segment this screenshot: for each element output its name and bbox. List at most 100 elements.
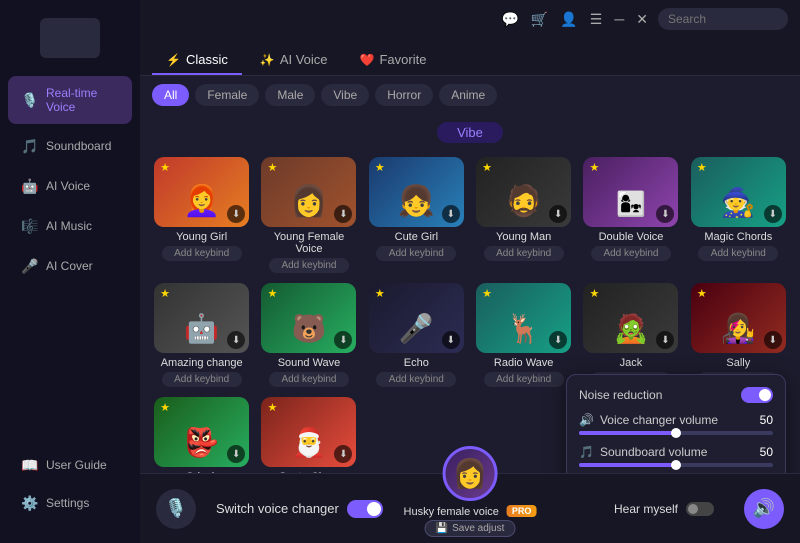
download-icon: ⬇ — [549, 205, 567, 223]
voice-card-radio-wave[interactable]: ★ 🦌 ⬇ Radio Wave Add keybind — [474, 283, 573, 387]
voice-thumb-sound-wave: ★ 🐻 ⬇ — [261, 283, 356, 353]
filter-female[interactable]: Female — [195, 84, 259, 106]
voice-card-sound-wave[interactable]: ★ 🐻 ⬇ Sound Wave Add keybind — [259, 283, 358, 387]
sidebar-item-user-guide[interactable]: 📖 User Guide — [8, 447, 132, 483]
switch-voice-changer-label: Switch voice changer — [216, 501, 339, 516]
voice-thumb-jack: ★ 🧟 ⬇ — [583, 283, 678, 353]
voice-card-santa-claus[interactable]: ★ 🎅 ⬇ Santa Claus Add keybind — [259, 397, 358, 473]
sidebar-item-settings[interactable]: ⚙️ Settings — [8, 485, 132, 521]
voice-thumb-echo: ★ 🎤 ⬇ — [369, 283, 464, 353]
tab-ai-voice[interactable]: ✨ AI Voice — [246, 46, 342, 75]
cart-icon[interactable]: 🛒 — [531, 11, 548, 28]
keybind-btn-radio-wave[interactable]: Add keybind — [484, 372, 564, 387]
voice-card-young-female-voice[interactable]: ★ 👩 ⬇ Young Female Voice Add keybind — [259, 157, 358, 273]
star-icon: ★ — [267, 161, 277, 174]
switch-voice-changer-toggle[interactable] — [347, 500, 383, 518]
voice-name-cute-girl: Cute Girl — [395, 231, 438, 243]
hear-myself-toggle[interactable] — [686, 502, 714, 516]
mic-button[interactable]: 🎙️ — [156, 489, 196, 529]
soundboard-volume-fill — [579, 463, 676, 467]
download-icon: ⬇ — [656, 205, 674, 223]
keybind-btn-young-man[interactable]: Add keybind — [484, 246, 564, 261]
ai-voice-tab-icon: ✨ — [260, 53, 275, 67]
voice-card-sally[interactable]: ★ 👩‍🎤 ⬇ Sally Add keybind — [689, 283, 788, 387]
filter-all[interactable]: All — [152, 84, 189, 106]
tab-favorite[interactable]: ❤️ Favorite — [346, 46, 441, 75]
keybind-btn-double-voice[interactable]: Add keybind — [591, 246, 671, 261]
filter-horror[interactable]: Horror — [375, 84, 433, 106]
keybind-btn-amazing-change[interactable]: Add keybind — [162, 372, 242, 387]
menu-icon[interactable]: ☰ — [590, 11, 603, 28]
sidebar-item-user-guide-label: User Guide — [46, 458, 107, 472]
discord-icon[interactable]: 💬 — [501, 11, 518, 28]
sidebar-item-ai-music[interactable]: 🎼 AI Music — [8, 208, 132, 244]
sidebar-item-ai-voice[interactable]: 🤖 AI Voice — [8, 168, 132, 204]
settings-icon: ⚙️ — [22, 495, 38, 511]
voice-thumb-radio-wave: ★ 🦌 ⬇ — [476, 283, 571, 353]
voice-card-amazing-change[interactable]: ★ 🤖 ⬇ Amazing change Add keybind — [152, 283, 251, 387]
voice-thumb-cute-girl: ★ 👧 ⬇ — [369, 157, 464, 227]
content-area: Vibe ★ 👩‍🦰 ⬇ Young Girl Add keybind ★ 👩 … — [140, 114, 800, 473]
speak-button[interactable]: 🔊 — [744, 489, 784, 529]
star-icon: ★ — [375, 287, 385, 300]
noise-reduction-label: Noise reduction — [579, 388, 662, 402]
voice-card-young-man[interactable]: ★ 🧔 ⬇ Young Man Add keybind — [474, 157, 573, 273]
sidebar: 🎙️ Real-time Voice 🎵 Soundboard 🤖 AI Voi… — [0, 0, 140, 543]
sidebar-item-soundboard[interactable]: 🎵 Soundboard — [8, 128, 132, 164]
voice-grid-row2: ★ 🤖 ⬇ Amazing change Add keybind ★ 🐻 ⬇ S… — [152, 283, 788, 387]
star-icon: ★ — [697, 287, 707, 300]
microphone-icon: 🎙️ — [22, 92, 38, 108]
save-adjust-button[interactable]: 💾 Save adjust — [425, 520, 516, 537]
voice-thumb-young-girl: ★ 👩‍🦰 ⬇ — [154, 157, 249, 227]
tab-classic[interactable]: ⚡ Classic — [152, 46, 242, 75]
section-label-vibe: Vibe — [437, 122, 503, 143]
star-icon: ★ — [482, 161, 492, 174]
voice-thumb-amazing-change: ★ 🤖 ⬇ — [154, 283, 249, 353]
voice-changer-volume-track[interactable] — [579, 431, 773, 435]
sidebar-item-realtime-voice[interactable]: 🎙️ Real-time Voice — [8, 76, 132, 124]
voice-card-double-voice[interactable]: ★ 👩‍👧 ⬇ Double Voice Add keybind — [581, 157, 680, 273]
filter-anime[interactable]: Anime — [439, 84, 497, 106]
voice-card-young-girl[interactable]: ★ 👩‍🦰 ⬇ Young Girl Add keybind — [152, 157, 251, 273]
voice-card-cute-girl[interactable]: ★ 👧 ⬇ Cute Girl Add keybind — [367, 157, 466, 273]
voice-name-magic-chords: Magic Chords — [704, 231, 772, 243]
pro-badge: PRO — [507, 505, 537, 517]
voice-card-jack[interactable]: ★ 🧟 ⬇ Jack Add keybind — [581, 283, 680, 387]
star-icon: ★ — [160, 161, 170, 174]
close-icon[interactable]: ✕ — [636, 11, 648, 28]
noise-reduction-toggle[interactable] — [741, 387, 773, 403]
download-icon: ⬇ — [334, 331, 352, 349]
bottombar: 🎙️ Switch voice changer 👩 Husky female v… — [140, 473, 800, 543]
sidebar-item-ai-voice-label: AI Voice — [46, 179, 90, 193]
voice-name-radio-wave: Radio Wave — [494, 357, 554, 369]
keybind-btn-young-girl[interactable]: Add keybind — [162, 246, 242, 261]
user-icon[interactable]: 👤 — [560, 11, 577, 28]
voice-card-magic-chords[interactable]: ★ 🧙 ⬇ Magic Chords Add keybind — [689, 157, 788, 273]
main-panel: 💬 🛒 👤 ☰ ─ ✕ ⚡ Classic ✨ AI Voice ❤️ Favo… — [140, 0, 800, 543]
hear-myself-row: Hear myself — [614, 502, 714, 516]
keybind-btn-young-female-voice[interactable]: Add keybind — [269, 258, 349, 273]
minimize-icon[interactable]: ─ — [614, 11, 624, 27]
soundboard-icon: 🎵 — [22, 138, 38, 154]
soundboard-volume-value: 50 — [760, 445, 773, 459]
keybind-btn-echo[interactable]: Add keybind — [376, 372, 456, 387]
filter-male[interactable]: Male — [265, 84, 315, 106]
keybind-btn-sound-wave[interactable]: Add keybind — [269, 372, 349, 387]
filterbar: All Female Male Vibe Horror Anime — [140, 76, 800, 114]
voice-changer-volume-thumb[interactable] — [671, 428, 681, 438]
switch-voice-changer-row: Switch voice changer — [216, 500, 383, 518]
voice-card-grinch[interactable]: ★ 👺 ⬇ Grinch Add keybind — [152, 397, 251, 473]
voice-grid-row1: ★ 👩‍🦰 ⬇ Young Girl Add keybind ★ 👩 ⬇ You… — [152, 157, 788, 273]
filter-vibe[interactable]: Vibe — [321, 84, 369, 106]
soundboard-vol-icon: 🎵 — [579, 445, 594, 459]
search-input[interactable] — [658, 8, 788, 30]
soundboard-volume-thumb[interactable] — [671, 460, 681, 470]
voice-card-echo[interactable]: ★ 🎤 ⬇ Echo Add keybind — [367, 283, 466, 387]
sidebar-item-soundboard-label: Soundboard — [46, 139, 111, 153]
soundboard-volume-track[interactable] — [579, 463, 773, 467]
keybind-btn-magic-chords[interactable]: Add keybind — [698, 246, 778, 261]
active-voice-thumb[interactable]: 👩 — [442, 446, 497, 501]
star-icon: ★ — [267, 401, 277, 414]
keybind-btn-cute-girl[interactable]: Add keybind — [376, 246, 456, 261]
sidebar-item-ai-cover[interactable]: 🎤 AI Cover — [8, 248, 132, 284]
